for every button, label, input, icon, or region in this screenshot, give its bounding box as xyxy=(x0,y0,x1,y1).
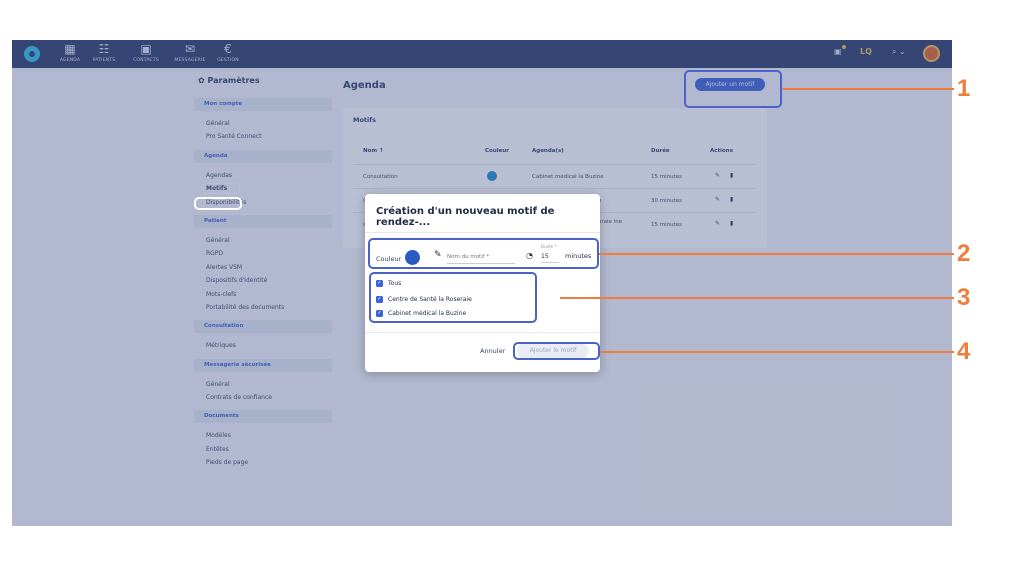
callout-number-2: 2 xyxy=(957,240,971,267)
highlight-box-4 xyxy=(513,342,600,360)
callout-line-1 xyxy=(782,88,954,90)
callout-number-3: 3 xyxy=(957,284,971,311)
highlight-box-motifs xyxy=(194,197,242,210)
cancel-button[interactable]: Annuler xyxy=(480,347,505,355)
callout-line-3 xyxy=(560,297,954,299)
callout-number-4: 4 xyxy=(957,338,971,365)
callout-line-2 xyxy=(599,253,954,255)
divider xyxy=(365,232,600,233)
highlight-box-1 xyxy=(684,70,782,108)
callout-line-4 xyxy=(600,351,954,353)
callout-number-1: 1 xyxy=(957,75,971,102)
highlight-box-3 xyxy=(369,272,537,323)
dialog-title: Création d'un nouveau motif de rendez-..… xyxy=(376,206,555,228)
divider xyxy=(365,332,600,333)
highlight-box-2 xyxy=(368,238,599,269)
